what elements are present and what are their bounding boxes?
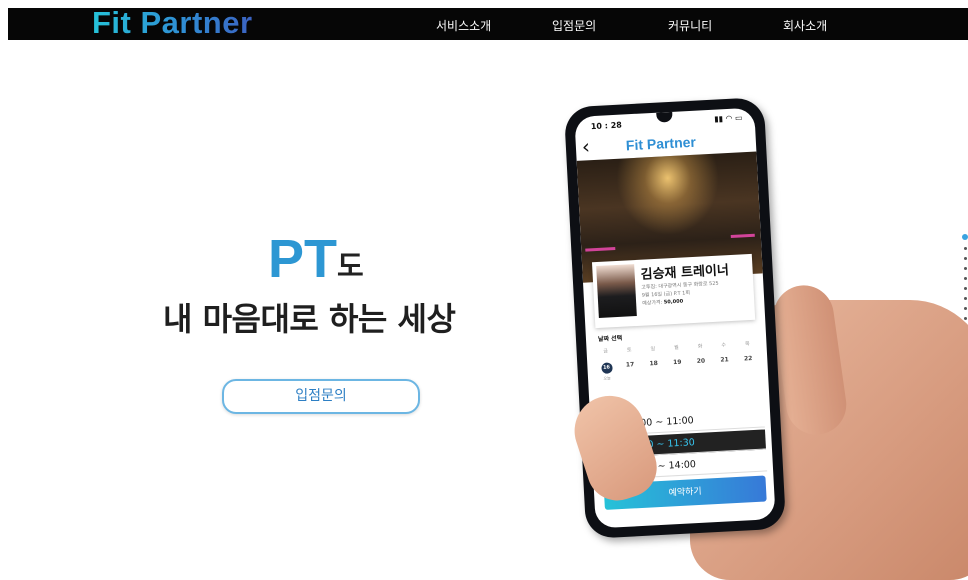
page-dot[interactable]: [964, 267, 967, 270]
phone-notch: [656, 111, 673, 123]
date-day: 금: [603, 348, 609, 355]
store-inquiry-button[interactable]: 입점문의: [222, 379, 420, 414]
date-cell[interactable]: 화 20: [689, 342, 713, 377]
date-section-title: 날짜 선택: [597, 334, 623, 344]
date-picker: 금 16 오늘 토 17 일 18 월 19 화 20 수 21 목 22: [594, 340, 760, 383]
nav-company-intro[interactable]: 회사소개: [783, 17, 827, 34]
page-dot[interactable]: [964, 257, 967, 260]
date-number: 19: [672, 358, 682, 367]
site-logo[interactable]: Fit Partner: [92, 5, 253, 41]
date-cell[interactable]: 일 18: [642, 345, 666, 380]
date-day: 목: [744, 341, 750, 348]
date-number: 17: [625, 361, 635, 369]
top-navbar: Fit Partner 서비스소개 입점문의 커뮤니티 회사소개: [8, 5, 968, 41]
app-logo: Fit Partner: [625, 133, 697, 154]
date-day: 화: [697, 343, 703, 350]
page-dot[interactable]: [964, 297, 967, 300]
neon-light: [730, 233, 755, 238]
date-cell[interactable]: 월 19: [665, 343, 689, 378]
date-day: 일: [650, 346, 656, 353]
date-number: 20: [696, 357, 706, 365]
date-number: 21: [720, 356, 729, 364]
date-day: 수: [721, 342, 727, 349]
nav-service-intro[interactable]: 서비스소개: [436, 17, 491, 34]
price-label: 예상가격:: [642, 299, 663, 307]
date-cell[interactable]: 토 17: [618, 346, 642, 381]
date-number: 16: [600, 362, 613, 374]
page-dot[interactable]: [964, 307, 967, 310]
hero-headline: 내 마음대로 하는 세상: [163, 300, 456, 338]
date-cell[interactable]: 수 21: [713, 341, 737, 376]
nav-community[interactable]: 커뮤니티: [668, 17, 712, 34]
date-day: 월: [674, 344, 679, 352]
page-dot-active[interactable]: [962, 234, 968, 240]
trainer-card: 김승재 트레이너 고투짐: 대구광역시 동구 화랑로 525 9월 16일 (금…: [591, 253, 756, 329]
neon-light: [585, 247, 616, 252]
page-dot[interactable]: [964, 247, 967, 250]
date-day: 토: [626, 347, 632, 354]
status-icons: ▮▮ ◠ ▭: [713, 113, 743, 124]
price-value: 50,000: [663, 298, 684, 306]
hero-highlight: PT: [268, 229, 338, 289]
page-dot[interactable]: [964, 317, 967, 320]
date-number: 22: [743, 355, 753, 363]
page-dot[interactable]: [964, 287, 967, 290]
today-label: 오늘: [603, 375, 611, 381]
hero-highlight-suffix: 도: [337, 249, 364, 283]
date-cell[interactable]: 금 16 오늘: [594, 347, 618, 382]
date-number: 18: [649, 359, 659, 368]
trainer-details: 고투짐: 대구광역시 동구 화랑로 525 9월 16일 (금) P.T 1회 …: [641, 280, 720, 308]
trainer-avatar: [596, 264, 637, 318]
nav-store-inquiry[interactable]: 입점문의: [552, 17, 596, 34]
page-indicator[interactable]: [962, 234, 968, 327]
status-time: 10 : 28: [590, 120, 623, 132]
page-dot[interactable]: [964, 277, 967, 280]
back-arrow-icon[interactable]: ‹: [581, 134, 590, 158]
date-cell[interactable]: 목 22: [736, 340, 760, 375]
